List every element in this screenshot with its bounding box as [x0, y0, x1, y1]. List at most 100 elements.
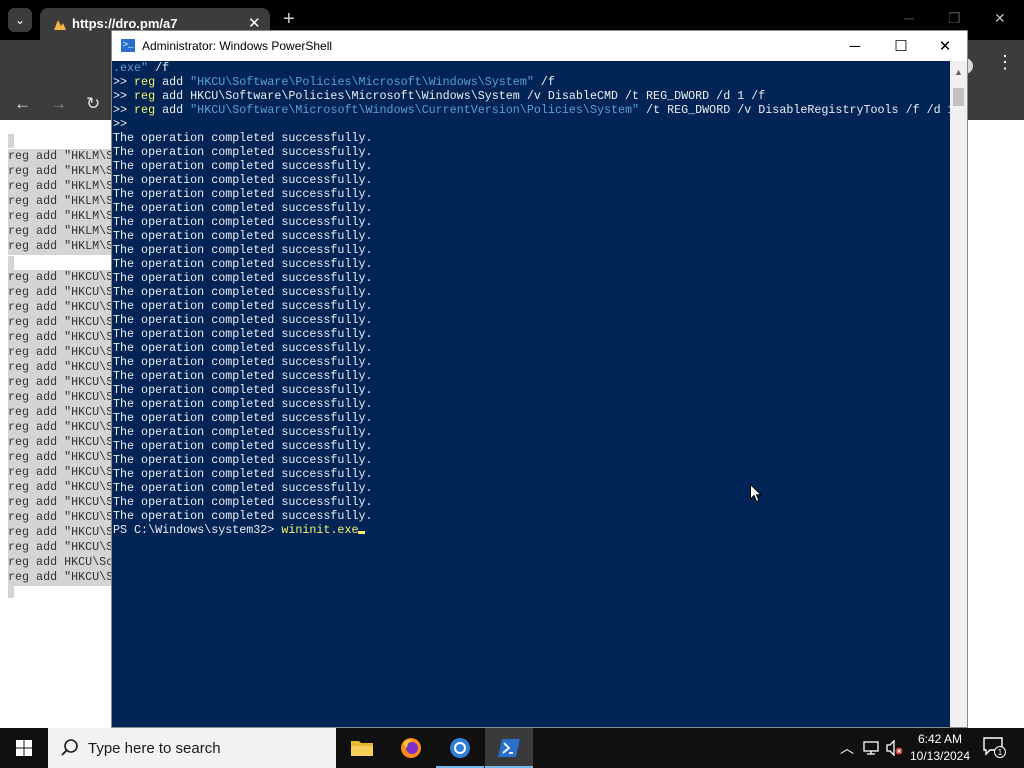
terminal-success-line: The operation completed successfully. [113, 215, 373, 229]
terminal-success-line: The operation completed successfully. [113, 271, 373, 285]
terminal-line: >> [113, 117, 128, 131]
terminal-success-line: The operation completed successfully. [113, 243, 373, 257]
reload-icon[interactable]: ↻ [86, 94, 100, 114]
terminal-line: .exe" /f [113, 61, 170, 75]
powershell-icon [498, 739, 520, 757]
code-block-hklm: reg add "HKLM\S reg add "HKLM\S reg add "H… [8, 149, 112, 255]
code-line: reg add "HKCU\S [8, 540, 112, 554]
firefox-icon [401, 738, 421, 758]
code-line: reg add "HKCU\S [8, 270, 112, 284]
terminal-success-line: The operation completed successfully. [113, 411, 373, 425]
firefox-taskbar-button[interactable] [387, 728, 435, 768]
browser-restore-icon[interactable]: ❐ [948, 10, 961, 27]
code-line: reg add "HKLM\S [8, 209, 112, 223]
code-line: reg add "HKCU\S [8, 525, 112, 539]
code-line: reg add "HKLM\S [8, 194, 112, 208]
notification-center-icon[interactable]: 1 [982, 736, 1006, 758]
code-block-hkcu: reg add "HKCU\S reg add "HKCU\S reg add "H… [8, 270, 112, 586]
code-line: reg add "HKCU\S [8, 570, 112, 584]
maximize-button[interactable]: ☐ [878, 31, 924, 61]
tab-title: https://dro.pm/a7 [72, 16, 178, 31]
code-line: reg add "HKCU\S [8, 285, 112, 299]
terminal-success-line: The operation completed successfully. [113, 439, 373, 453]
windows-logo-icon [16, 740, 32, 756]
code-line: reg add "HKCU\S [8, 465, 112, 479]
browser-minimize-icon[interactable]: ─ [904, 10, 914, 26]
favicon-icon [54, 20, 66, 30]
terminal-success-line: The operation completed successfully. [113, 173, 373, 187]
terminal-success-line: The operation completed successfully. [113, 425, 373, 439]
code-line: reg add "HKCU\S [8, 360, 112, 374]
search-placeholder: Type here to search [88, 740, 221, 757]
code-line: reg add "HKCU\S [8, 330, 112, 344]
vertical-scrollbar[interactable]: ▲ [950, 61, 967, 727]
scroll-up-icon[interactable]: ▲ [954, 67, 963, 77]
window-title: Administrator: Windows PowerShell [142, 39, 333, 53]
start-button[interactable] [0, 728, 48, 768]
scrollbar-thumb[interactable] [953, 88, 964, 106]
powershell-window[interactable]: >_ Administrator: Windows PowerShell ─ ☐… [111, 30, 968, 728]
code-line: reg add "HKLM\S [8, 224, 112, 238]
terminal-success-line: The operation completed successfully. [113, 481, 373, 495]
notification-count: 1 [998, 748, 1003, 757]
code-line: reg add "HKCU\S [8, 420, 112, 434]
code-line: reg add "HKCU\S [8, 510, 112, 524]
terminal-prompt-line[interactable]: PS C:\Windows\system32> wininit.exe [113, 523, 366, 537]
code-line: reg add "HKCU\S [8, 495, 112, 509]
browser-close-icon[interactable]: ✕ [994, 10, 1006, 27]
terminal-line: >> reg add "HKCU\Software\Policies\Micro… [113, 75, 555, 89]
powershell-taskbar-button[interactable] [485, 728, 533, 768]
terminal-success-line: The operation completed successfully. [113, 145, 373, 159]
code-line: reg add "HKCU\S [8, 390, 112, 404]
clock-date: 10/13/2024 [909, 749, 971, 763]
code-line: reg add "HKCU\S [8, 480, 112, 494]
terminal-success-line: The operation completed successfully. [113, 313, 373, 327]
forward-arrow-icon[interactable]: → [50, 94, 67, 114]
taskbar-search-box[interactable]: Type here to search [48, 728, 336, 768]
code-line: reg add "HKLM\S [8, 164, 112, 178]
system-clock[interactable]: 6:42 AM 10/13/2024 [900, 731, 980, 765]
text-cursor [358, 531, 366, 534]
taskbar: Type here to search ︿ 6:42 AM 10/13/2024 [0, 728, 1024, 768]
terminal-success-line: The operation completed successfully. [113, 383, 373, 397]
back-arrow-icon[interactable]: ← [14, 94, 31, 114]
browser-menu-icon[interactable]: ⋮ [996, 52, 1014, 73]
terminal-success-line: The operation completed successfully. [113, 257, 373, 271]
prompt: PS C:\Windows\system32> [113, 523, 282, 537]
close-button[interactable]: ✕ [922, 31, 968, 61]
terminal-success-line: The operation completed successfully. [113, 397, 373, 411]
code-block-edge [8, 586, 14, 598]
terminal-line: >> reg add HKCU\Software\Policies\Micros… [113, 89, 766, 103]
terminal-success-line: The operation completed successfully. [113, 131, 373, 145]
code-line: reg add "HKCU\S [8, 435, 112, 449]
chrome-taskbar-button[interactable] [436, 728, 484, 768]
new-tab-button[interactable]: + [283, 8, 295, 31]
code-line: reg add "HKLM\S [8, 149, 112, 163]
code-line: reg add "HKCU\S [8, 450, 112, 464]
terminal-success-line: The operation completed successfully. [113, 299, 373, 313]
terminal-success-line: The operation completed successfully. [113, 285, 373, 299]
terminal-success-line: The operation completed successfully. [113, 369, 373, 383]
chrome-icon [450, 738, 470, 758]
minimize-button[interactable]: ─ [832, 31, 878, 61]
code-line: reg add "HKCU\S [8, 345, 112, 359]
code-line: reg add "HKCU\S [8, 315, 112, 329]
code-line: reg add "HKLM\S [8, 254, 112, 255]
network-icon[interactable] [863, 740, 879, 756]
file-explorer-taskbar-button[interactable] [338, 728, 386, 768]
folder-icon [351, 741, 373, 756]
code-line: reg add "HKCU\S [8, 375, 112, 389]
typed-command: wininit.exe [281, 523, 359, 537]
terminal-output[interactable]: .exe" /f >> reg add "HKCU\Software\Polic… [112, 61, 950, 727]
code-block-edge [8, 134, 14, 148]
show-hidden-icons-chevron-icon[interactable]: ︿ [840, 738, 854, 758]
powershell-titlebar[interactable]: >_ Administrator: Windows PowerShell ─ ☐… [112, 31, 967, 61]
tab-search-button[interactable]: ⌄ [8, 8, 32, 32]
terminal-success-line: The operation completed successfully. [113, 327, 373, 341]
code-line: reg add "HKCU\S [8, 300, 112, 314]
code-block-edge [8, 256, 14, 270]
terminal-success-line: The operation completed successfully. [113, 201, 373, 215]
clock-time: 6:42 AM [917, 732, 963, 746]
code-line: reg add HKCU\So [8, 555, 112, 569]
mouse-pointer-icon [750, 484, 762, 503]
